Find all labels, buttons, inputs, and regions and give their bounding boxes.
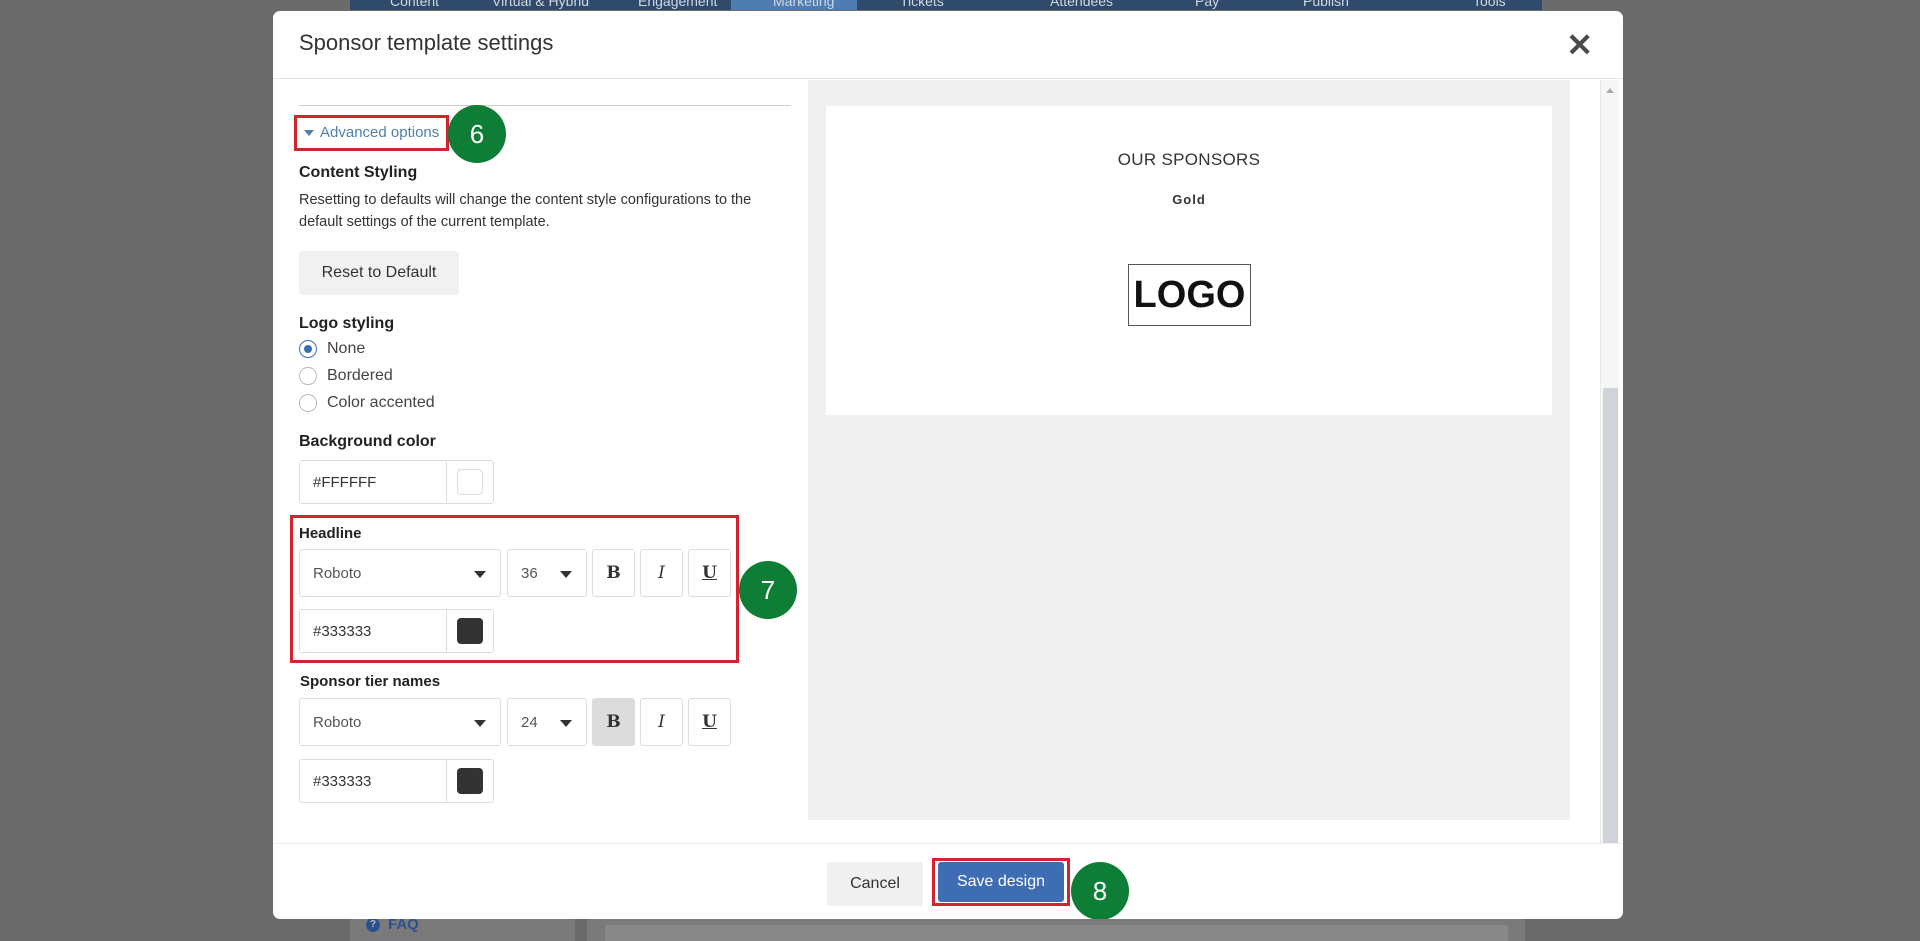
tier-font-value: Roboto	[313, 713, 362, 731]
save-design-button[interactable]: Save design	[938, 862, 1064, 902]
cancel-button[interactable]: Cancel	[827, 862, 923, 906]
logo-style-option-bordered[interactable]: Bordered	[299, 367, 393, 385]
reset-to-default-button[interactable]: Reset to Default	[299, 251, 459, 295]
tier-underline-button[interactable]: U	[688, 698, 731, 746]
advanced-options-toggle[interactable]: Advanced options	[304, 124, 439, 141]
color-swatch	[457, 469, 483, 495]
scrollbar-thumb[interactable]	[1603, 388, 1618, 843]
logo-style-option-none[interactable]: None	[299, 340, 365, 358]
radio-unchecked-icon[interactable]	[299, 367, 317, 385]
background-nav-item: Attendees	[1050, 0, 1114, 9]
sponsor-preview-card: OUR SPONSORS Gold LOGO	[826, 106, 1552, 415]
tier-italic-button[interactable]: I	[640, 698, 683, 746]
headline-size-select[interactable]: 36	[507, 549, 587, 597]
preview-headline: OUR SPONSORS	[1117, 150, 1261, 169]
headline-heading: Headline	[299, 525, 362, 542]
headline-bold-button[interactable]: B	[592, 549, 635, 597]
radio-label: Color accented	[327, 394, 435, 411]
content-styling-heading: Content Styling	[299, 164, 418, 181]
headline-italic-button[interactable]: I	[640, 549, 683, 597]
background-nav-item: Content	[390, 0, 440, 9]
chevron-down-icon	[560, 720, 572, 727]
divider	[299, 105, 791, 106]
chevron-down-icon	[474, 571, 486, 578]
headline-color-picker[interactable]	[447, 610, 493, 652]
logo-style-option-color-accented[interactable]: Color accented	[299, 394, 435, 412]
headline-color-field	[299, 609, 494, 653]
question-icon: ?	[366, 917, 380, 932]
background-nav-item: Virtual & Hybrid	[492, 0, 590, 9]
headline-color-input[interactable]	[300, 610, 447, 652]
background-nav-item: Tickets	[900, 0, 944, 9]
chevron-down-icon	[560, 571, 572, 578]
background-nav-item: Engagement	[638, 0, 718, 9]
tier-color-input[interactable]	[300, 760, 447, 802]
modal-footer: Cancel Save design 8	[273, 843, 1623, 919]
tier-font-select[interactable]: Roboto	[299, 698, 501, 746]
headline-size-value: 36	[521, 564, 538, 582]
radio-label: Bordered	[327, 367, 393, 384]
advanced-options-label: Advanced options	[320, 124, 440, 141]
close-icon[interactable]: ✕	[1566, 29, 1593, 61]
step-badge-6: 6	[448, 105, 506, 163]
background-nav-item: Pay	[1195, 0, 1220, 9]
background-nav-item: Tools	[1473, 0, 1506, 9]
caret-down-icon	[304, 129, 314, 136]
step-badge-8: 8	[1071, 862, 1129, 919]
color-swatch	[457, 618, 483, 644]
background-nav-item: Marketing	[773, 0, 835, 9]
background-color-input[interactable]	[300, 461, 447, 503]
modal-title: Sponsor template settings	[299, 30, 554, 55]
logo-styling-heading: Logo styling	[299, 315, 395, 332]
background-nav-item: Publish	[1303, 0, 1349, 9]
modal-body: Advanced options 6 Content Styling Reset…	[273, 80, 1623, 843]
tier-color-field	[299, 759, 494, 803]
scroll-up-arrow-icon[interactable]	[1606, 88, 1614, 93]
radio-unchecked-icon[interactable]	[299, 394, 317, 412]
headline-font-select[interactable]: Roboto	[299, 549, 501, 597]
background-color-picker[interactable]	[447, 461, 493, 503]
step-badge-7: 7	[739, 561, 797, 619]
background-color-field	[299, 460, 494, 504]
modal-header: Sponsor template settings ✕	[273, 11, 1623, 79]
color-swatch	[457, 768, 483, 794]
headline-underline-button[interactable]: U	[688, 549, 731, 597]
radio-label: None	[327, 340, 366, 357]
tier-size-value: 24	[521, 713, 538, 731]
settings-panel: Advanced options 6 Content Styling Reset…	[273, 80, 808, 843]
preview-tier-name: Gold	[1172, 192, 1206, 207]
sponsor-template-modal: Sponsor template settings ✕ Advanced opt…	[273, 11, 1623, 919]
headline-font-value: Roboto	[313, 564, 362, 582]
chevron-down-icon	[474, 720, 486, 727]
modal-scrollbar[interactable]	[1600, 80, 1619, 843]
tier-color-picker[interactable]	[447, 760, 493, 802]
preview-panel: OUR SPONSORS Gold LOGO	[808, 80, 1570, 820]
tier-size-select[interactable]: 24	[507, 698, 587, 746]
content-styling-description: Resetting to defaults will change the co…	[299, 192, 752, 230]
background-color-heading: Background color	[299, 433, 436, 450]
preview-logo-placeholder: LOGO	[1128, 264, 1251, 326]
tier-bold-button[interactable]: B	[592, 698, 635, 746]
background-main-inner	[605, 925, 1508, 941]
radio-checked-icon[interactable]	[299, 340, 317, 358]
tier-names-heading: Sponsor tier names	[300, 673, 441, 690]
